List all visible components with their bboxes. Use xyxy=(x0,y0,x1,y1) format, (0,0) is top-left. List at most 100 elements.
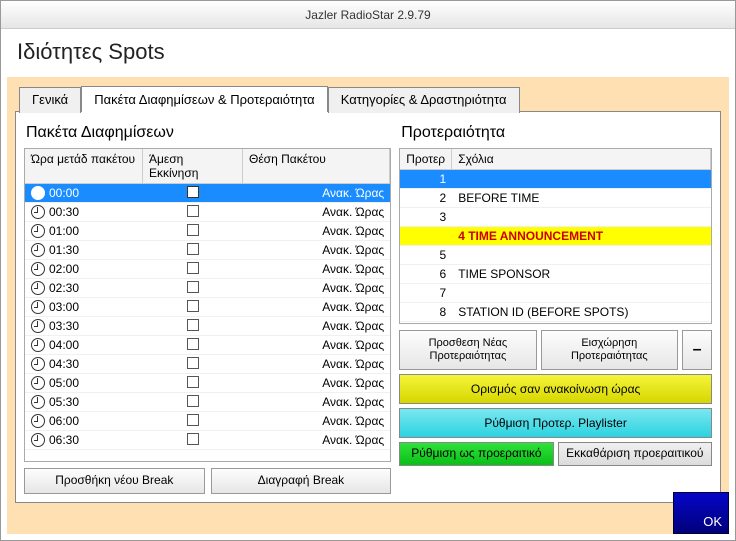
ok-button[interactable]: OK xyxy=(673,492,729,534)
col-instant-header[interactable]: Άμεση Εκκίνηση xyxy=(143,149,243,183)
table-row[interactable]: 3 xyxy=(400,208,711,227)
priority-number: 1 xyxy=(400,172,452,186)
tab-panel: Πακέτα Διαφημίσεων Ώρα μετάδ πακέτου Άμε… xyxy=(15,111,721,503)
col-comment-header[interactable]: Σχόλια xyxy=(452,149,711,169)
app-window: Jazler RadioStar 2.9.79 Ιδιότητες Spots … xyxy=(0,0,736,541)
tab-general[interactable]: Γενικά xyxy=(19,87,81,113)
time-cell: 01:00 xyxy=(49,224,79,238)
priority-header: Προτερ Σχόλια xyxy=(400,149,711,170)
add-priority-button[interactable]: Προσθεση Νέας Προτεραιότητας xyxy=(399,330,536,370)
instant-checkbox[interactable] xyxy=(187,205,199,217)
tab-packages[interactable]: Πακέτα Διαφημίσεων & Προτεραιότητα xyxy=(81,86,328,112)
priority-comment: TIME SPONSOR xyxy=(452,267,711,281)
table-row[interactable]: 00:30Ανακ. Ώρας xyxy=(25,203,390,222)
table-row[interactable]: 02:30 Ανακ. Ώρας xyxy=(25,279,390,298)
clock-icon xyxy=(31,376,45,390)
position-cell: Ανακ. Ώρας xyxy=(243,281,390,295)
time-cell: 04:00 xyxy=(49,338,79,352)
time-cell: 02:00 xyxy=(49,262,79,276)
instant-checkbox[interactable] xyxy=(187,186,199,198)
priority-body[interactable]: 1 2BEFORE TIME34 TIME ANNOUNCEMENT 5 6TIME … xyxy=(400,170,711,323)
priority-comment: BEFORE TIME xyxy=(452,191,711,205)
position-cell: Ανακ. Ώρας xyxy=(243,395,390,409)
clock-icon xyxy=(31,281,45,295)
time-cell: 05:30 xyxy=(49,395,79,409)
table-row[interactable]: 06:30 Ανακ. Ώρας xyxy=(25,431,390,450)
set-optional-button[interactable]: Ρύθμιση ως προεραιτικό xyxy=(399,442,553,466)
position-cell: Ανακ. Ώρας xyxy=(243,414,390,428)
instant-checkbox[interactable] xyxy=(187,376,199,388)
clock-icon xyxy=(31,224,45,238)
time-cell: 03:00 xyxy=(49,300,79,314)
time-cell: 01:30 xyxy=(49,243,79,257)
position-cell: Ανακ. Ώρας xyxy=(243,243,390,257)
instant-checkbox[interactable] xyxy=(187,281,199,293)
table-row[interactable]: 4 TIME ANNOUNCEMENT xyxy=(400,227,711,246)
clock-icon xyxy=(31,243,45,257)
instant-checkbox[interactable] xyxy=(187,433,199,445)
table-row[interactable]: 6TIME SPONSOR xyxy=(400,265,711,284)
instant-checkbox[interactable] xyxy=(187,262,199,274)
instant-checkbox[interactable] xyxy=(187,319,199,331)
table-row[interactable]: 03:00 Ανακ. Ώρας xyxy=(25,298,390,317)
time-cell: 06:00 xyxy=(49,414,79,428)
priority-comment: STATION ID (BEFORE SPOTS) xyxy=(452,305,711,319)
time-cell: 06:30 xyxy=(49,433,79,447)
priority-table: Προτερ Σχόλια 1 2BEFORE TIME34 TIME ANNOU… xyxy=(399,148,712,324)
position-cell: Ανακ. Ώρας xyxy=(243,262,390,276)
table-row[interactable]: 7 xyxy=(400,284,711,303)
instant-checkbox[interactable] xyxy=(187,243,199,255)
position-cell: Ανακ. Ώρας xyxy=(243,357,390,371)
instant-checkbox[interactable] xyxy=(187,357,199,369)
instant-checkbox[interactable] xyxy=(187,395,199,407)
table-row[interactable]: 03:30Ανακ. Ώρας xyxy=(25,317,390,336)
col-time-header[interactable]: Ώρα μετάδ πακέτου xyxy=(25,149,143,183)
ok-label: OK xyxy=(703,514,722,529)
clock-icon xyxy=(31,338,45,352)
instant-checkbox[interactable] xyxy=(187,300,199,312)
tab-strip: Γενικά Πακέτα Διαφημίσεων & Προτεραιότητ… xyxy=(19,85,721,111)
table-row[interactable]: 06:00 Ανακ. Ώρας xyxy=(25,412,390,431)
position-cell: Ανακ. Ώρας xyxy=(243,338,390,352)
priority-number: 6 xyxy=(400,267,452,281)
priority-number: 5 xyxy=(400,248,452,262)
time-cell: 02:30 xyxy=(49,281,79,295)
window-title: Jazler RadioStar 2.9.79 xyxy=(305,8,430,22)
table-row[interactable]: 01:30 Ανακ. Ώρας xyxy=(25,241,390,260)
insert-priority-button[interactable]: Εισχώρηση Προτεραιότητας xyxy=(541,330,678,370)
packages-buttons: Προσθήκη νέου Break Διαγραφή Break xyxy=(24,462,391,494)
clock-icon xyxy=(31,357,45,371)
table-row[interactable]: 04:00 Ανακ. Ώρας xyxy=(25,336,390,355)
instant-checkbox[interactable] xyxy=(187,414,199,426)
position-cell: Ανακ. Ώρας xyxy=(243,433,390,447)
table-row[interactable]: 01:00Ανακ. Ώρας xyxy=(25,222,390,241)
set-announcement-button[interactable]: Ορισμός σαν ανακοίνωση ώρας xyxy=(399,374,712,404)
table-row[interactable]: 04:30Ανακ. Ώρας xyxy=(25,355,390,374)
time-cell: 05:00 xyxy=(49,376,79,390)
priority-number: 8 xyxy=(400,305,452,319)
table-row[interactable]: 05:00Ανακ. Ώρας xyxy=(25,374,390,393)
delete-break-button[interactable]: Διαγραφή Break xyxy=(211,468,392,494)
instant-checkbox[interactable] xyxy=(187,224,199,236)
tab-categories[interactable]: Κατηγορίες & Δραστηριότητα xyxy=(328,87,520,113)
col-prio-header[interactable]: Προτερ xyxy=(400,149,452,169)
priority-bottom-buttons: Ρύθμιση ως προεραιτικό Εκκαθάριση προερα… xyxy=(399,442,712,466)
packages-body[interactable]: 00:00Ανακ. Ώρας00:30Ανακ. Ώρας01:00Ανακ.… xyxy=(25,184,390,461)
clock-icon xyxy=(31,186,45,200)
add-break-button[interactable]: Προσθήκη νέου Break xyxy=(24,468,205,494)
table-row[interactable]: 02:00 Ανακ. Ώρας xyxy=(25,260,390,279)
col-pos-header[interactable]: Θέση Πακέτου xyxy=(243,149,390,183)
table-row[interactable]: 2BEFORE TIME xyxy=(400,189,711,208)
priority-title: Προτεραιότητα xyxy=(399,120,712,148)
clear-optional-button[interactable]: Εκκαθάριση προεραιτικού xyxy=(558,442,712,466)
position-cell: Ανακ. Ώρας xyxy=(243,300,390,314)
table-row[interactable]: 8STATION ID (BEFORE SPOTS) xyxy=(400,303,711,322)
table-row[interactable]: 05:30 Ανακ. Ώρας xyxy=(25,393,390,412)
clock-icon xyxy=(31,205,45,219)
table-row[interactable]: 00:00Ανακ. Ώρας xyxy=(25,184,390,203)
table-row[interactable]: 1 xyxy=(400,170,711,189)
remove-priority-button[interactable]: – xyxy=(682,330,712,370)
table-row[interactable]: 5 xyxy=(400,246,711,265)
instant-checkbox[interactable] xyxy=(187,338,199,350)
playlister-priority-button[interactable]: Ρύθμιση Προτερ. Playlister xyxy=(399,408,712,438)
